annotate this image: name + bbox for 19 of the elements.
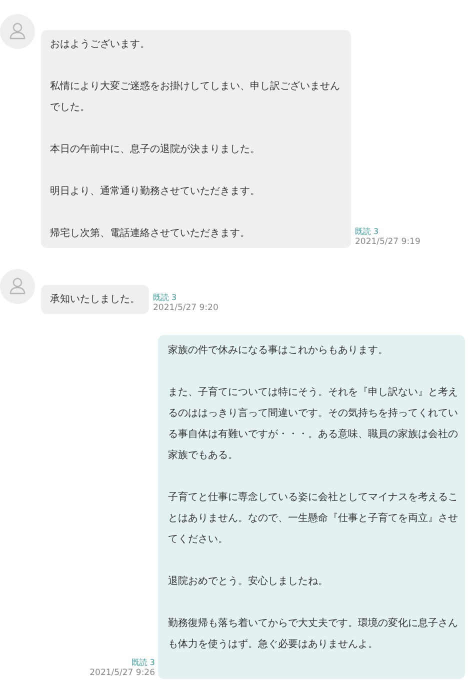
read-receipt: 既読 3 [153,292,178,303]
read-receipt: 既読 3 [131,657,155,668]
message-text: 退院おめでとう。安心しましたね。 [168,574,329,589]
message-text: 帰宅し次第、電話連絡させていただきます。 [50,226,251,241]
avatar-icon [0,14,35,49]
message-text: 本日の午前中に、息子の退院が決まりました。 [50,142,261,157]
read-receipt: 既読 3 [355,226,380,237]
message-text: 勤務復帰も落ち着いてからで大丈夫です。環境の変化に息子さんも体力を使うはず。急ぐ必要はありませんよ。 [168,616,459,652]
message-text: 子育てと仕事に専念している姿に会社としてマイナスを考えることはありません。なので、一生懸命『仕事と子育てを両立』させてください。 [168,490,459,547]
timestamp: 2021/5/27 9:26 [90,668,155,679]
timestamp: 2021/5/27 9:19 [355,237,420,248]
message-text: 私情により大変ご迷惑をお掛けしてしまい、申し訳ございませんでした。 [50,80,341,115]
message-text: 承知いたしました。 [50,293,140,307]
message-text: 明日より、通常通り勤務させていただきます。 [50,184,261,199]
message-text: 家族の件で休みになる事はこれからもあります。 [168,344,389,358]
avatar-icon [0,269,35,304]
message-text: また、子育てについては特にそう。それを『申し訳ない』と考えるのははっきり言って間違いです。その気持ちを持ってくれている事自体は有難いですが・・・。ある意味、職員の家族は会社の家族でもある。 [168,386,459,463]
timestamp: 2021/5/27 9:20 [153,303,218,314]
message-text: おはようございます。 [50,38,151,52]
